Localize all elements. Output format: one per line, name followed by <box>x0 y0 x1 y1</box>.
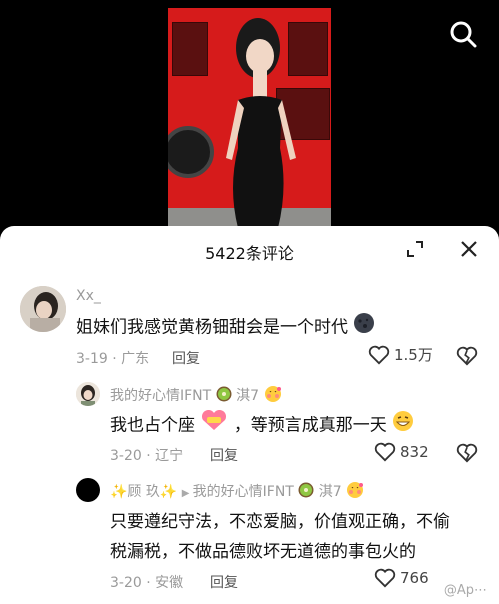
like-count: 766 <box>400 569 429 587</box>
reply-username-text: ✨顾 玖✨ <box>110 484 178 500</box>
close-icon[interactable] <box>458 238 480 260</box>
blush-face-emoji-icon <box>346 481 364 503</box>
like-button[interactable]: 1.5万 <box>368 344 433 365</box>
video-area[interactable] <box>0 0 499 228</box>
comment-meta: 3-19 · 广东 <box>76 351 150 367</box>
avatar[interactable] <box>76 382 100 406</box>
like-count: 1.5万 <box>394 346 433 364</box>
avatar[interactable] <box>20 286 66 332</box>
person-figure <box>226 18 296 228</box>
heart-icon <box>374 442 396 462</box>
search-icon[interactable] <box>449 20 477 48</box>
comment-location: 广东 <box>121 351 150 367</box>
dislike-icon[interactable] <box>456 443 478 463</box>
comment-text-content: 姐妹们我感觉黄杨钿甜会是一个时代 <box>76 317 348 338</box>
reply-text-part1: 我也占个座 <box>110 415 195 436</box>
reply-text: 我也占个座 ，等预言成真那一天 <box>110 409 414 441</box>
video-frame <box>168 8 331 228</box>
reply-arrow-icon: ▶ <box>181 488 193 499</box>
reply-username-text: 我的好心情IFNT <box>110 388 212 404</box>
blush-face-emoji-icon <box>264 385 282 407</box>
comment-username[interactable]: Xx_ <box>76 288 101 304</box>
like-button[interactable]: 832 <box>374 442 429 462</box>
reply-username-suffix: 淇7 <box>236 388 260 404</box>
reply-date: 3-20 <box>110 448 142 464</box>
reply-text-part2: ，等预言成真那一天 <box>233 415 387 436</box>
kiwi-emoji-icon <box>298 482 314 502</box>
grin-face-emoji-icon <box>392 410 414 441</box>
reply-username[interactable]: ✨顾 玖✨ ▶ 我的好心情IFNT 淇7 <box>110 481 364 503</box>
reply-meta: 3-20 · 安徽 <box>110 575 184 591</box>
reply-location: 安徽 <box>155 575 184 591</box>
like-count: 832 <box>400 443 429 461</box>
reply-button[interactable]: 回复 <box>210 445 238 465</box>
reply-button[interactable]: 回复 <box>210 572 238 592</box>
reply-target-suffix: 淇7 <box>318 484 342 500</box>
comment-sheet: 5422条评论 Xx_ 姐妹们我感觉黄杨钿甜会是一个时代 3-19 · 广东 回… <box>0 226 499 604</box>
like-button[interactable]: 766 <box>374 568 429 588</box>
comment-text: 姐妹们我感觉黄杨钿甜会是一个时代 <box>76 312 375 343</box>
reply-button[interactable]: 回复 <box>172 348 200 368</box>
reply-target-username[interactable]: 我的好心情IFNT <box>193 484 294 500</box>
reply-meta: 3-20 · 辽宁 <box>110 448 184 464</box>
reply-location: 辽宁 <box>155 448 184 464</box>
avatar[interactable] <box>76 478 100 502</box>
heart-icon <box>368 345 390 364</box>
dislike-icon[interactable] <box>456 346 478 366</box>
kiwi-emoji-icon <box>216 386 232 406</box>
watermark: @Ap⋯ <box>443 583 487 598</box>
collapse-icon[interactable] <box>404 238 426 260</box>
reply-date: 3-20 <box>110 575 142 591</box>
heart-icon <box>374 568 396 588</box>
gift-badge-emoji-icon <box>200 409 228 441</box>
comment-date: 3-19 <box>76 351 108 367</box>
reply-text-line1: 只要遵纪守法，不恋爱脑，价值观正确，不偷 <box>110 512 450 532</box>
reply-username[interactable]: 我的好心情IFNT 淇7 <box>110 385 282 407</box>
reply-text-line2: 税漏税，不做品德败坏无道德的事包火的 <box>110 542 416 562</box>
dark-moon-emoji-icon <box>353 312 375 343</box>
